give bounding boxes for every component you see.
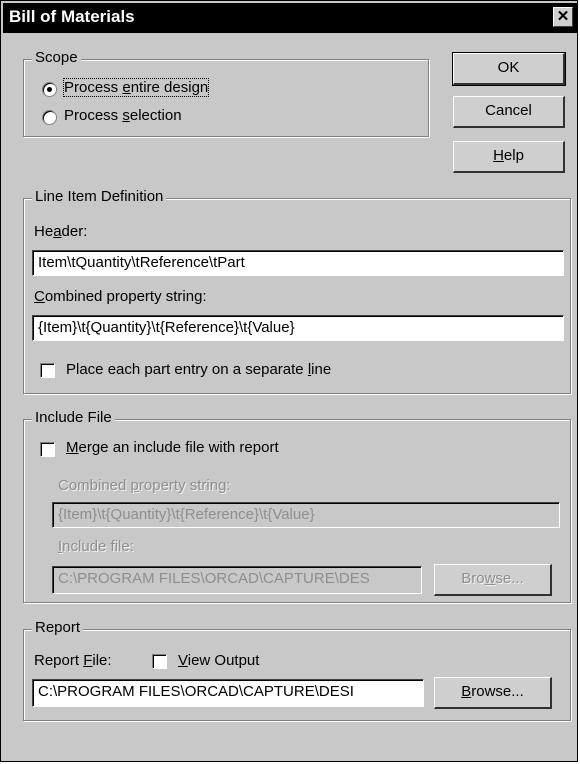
header-label: Header:	[34, 223, 88, 240]
process-selection-radio[interactable]	[42, 110, 57, 125]
process-entire-design-radio[interactable]	[42, 82, 57, 97]
close-icon: ✕	[556, 8, 570, 25]
include-file-group: Include File Merge an include file with …	[23, 409, 571, 603]
include-file-input[interactable]: C:\PROGRAM FILES\ORCAD\CAPTURE\DES	[52, 566, 422, 594]
include-combined-property-label: Combined property string:	[58, 477, 231, 494]
include-file-label: Include file:	[58, 538, 134, 555]
include-browse-button[interactable]: Browse...	[434, 564, 552, 596]
combined-property-label: Combined property string:	[34, 288, 207, 305]
include-file-legend: Include File	[32, 409, 115, 426]
view-output-label[interactable]: View Output	[178, 652, 259, 669]
help-button[interactable]: Help	[453, 141, 565, 173]
scope-legend: Scope	[32, 49, 81, 66]
merge-include-label[interactable]: Merge an include file with report	[66, 439, 279, 456]
process-entire-design-label[interactable]: Process entire design	[62, 78, 210, 97]
cancel-button[interactable]: Cancel	[453, 96, 565, 128]
close-button[interactable]: ✕	[553, 7, 573, 27]
dialog-title: Bill of Materials	[9, 7, 135, 26]
report-legend: Report	[32, 619, 84, 636]
scope-group: Scope Process entire design Process sele…	[23, 49, 429, 137]
report-file-input[interactable]: C:\PROGRAM FILES\ORCAD\CAPTURE\DESI	[32, 679, 424, 707]
line-item-definition-group: Line Item Definition Header: Item\tQuant…	[23, 188, 571, 394]
process-selection-label[interactable]: Process selection	[64, 107, 182, 124]
radio-selected-dot	[47, 87, 52, 92]
bill-of-materials-dialog: Bill of Materials ✕ Scope Process entire…	[0, 0, 578, 762]
ok-button[interactable]: OK	[452, 52, 566, 86]
report-group: Report Report File: View Output C:\PROGR…	[23, 619, 571, 721]
report-browse-button[interactable]: Browse...	[434, 677, 552, 709]
separate-line-checkbox[interactable]	[40, 363, 55, 378]
separate-line-label[interactable]: Place each part entry on a separate line	[66, 361, 331, 378]
header-input[interactable]: Item\tQuantity\tReference\tPart	[32, 250, 564, 276]
title-bar: Bill of Materials ✕	[3, 3, 577, 33]
line-item-legend: Line Item Definition	[32, 188, 167, 205]
include-combined-property-input[interactable]: {Item}\t{Quantity}\t{Reference}\t{Value}	[52, 502, 560, 528]
merge-include-checkbox[interactable]	[40, 442, 55, 457]
combined-property-input[interactable]: {Item}\t{Quantity}\t{Reference}\t{Value}	[32, 315, 564, 341]
report-file-label: Report File:	[34, 652, 112, 669]
view-output-checkbox[interactable]	[152, 654, 167, 669]
